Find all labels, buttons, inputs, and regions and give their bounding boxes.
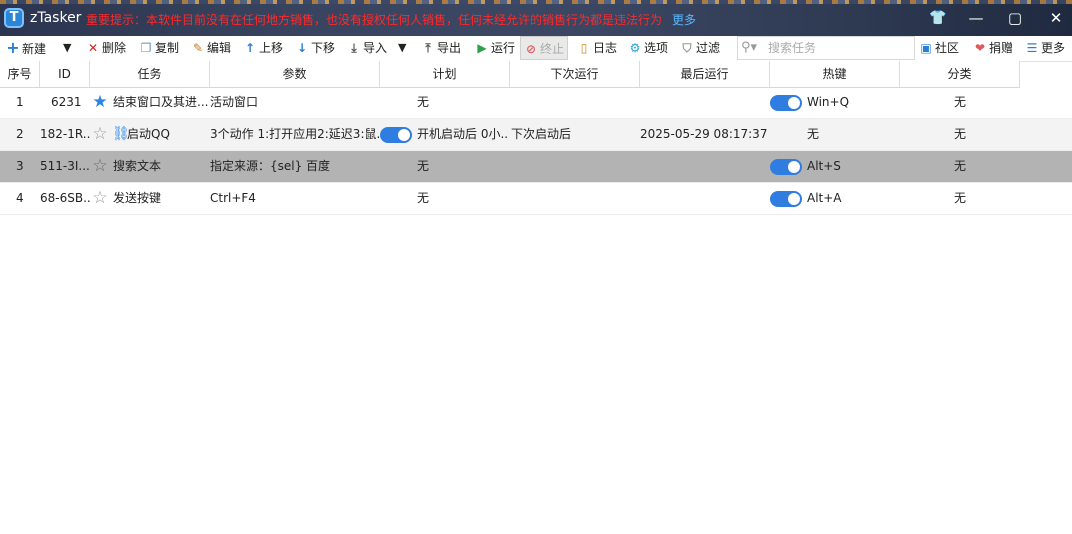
copy-button[interactable]: ❐ 复制	[139, 36, 179, 60]
row-index: 2	[16, 127, 24, 141]
row-plan: 无	[417, 95, 430, 109]
star-filled-icon[interactable]: ★	[91, 93, 109, 111]
row-task-name: 启动QQ	[127, 127, 170, 141]
row-task-name: 结束窗口及其进...	[113, 95, 208, 109]
row-index: 3	[16, 159, 24, 173]
title-bar: T zTasker 重要提示：本软件目前没有在任何地方销售，也没有授权任何人销售…	[0, 0, 1072, 36]
more-button[interactable]: ☰ 更多	[1025, 36, 1065, 60]
row-index: 1	[16, 95, 24, 109]
row-id: 6231	[51, 95, 82, 109]
row-params: 指定来源：{sel} 百度	[210, 159, 331, 173]
new-button[interactable]: + 新建	[6, 36, 46, 60]
filter-button[interactable]: ⛉ 过滤	[680, 36, 720, 60]
column-header-last-run[interactable]: 最后运行	[640, 61, 770, 87]
new-dropdown-button[interactable]: ▼	[63, 36, 71, 60]
minimize-button[interactable]: —	[961, 6, 991, 30]
table-row[interactable]: 4 68-6SB... ☆ 发送按键 Ctrl+F4 无 Alt+A 无	[0, 183, 1072, 215]
table-header: 序号 ID 任务 参数 计划 下次运行 最后运行 热键 分类	[0, 61, 1020, 88]
arrow-up-icon: ↑	[244, 41, 256, 55]
arrow-down-icon: ↓	[296, 41, 308, 55]
maximize-button[interactable]: ▢	[1000, 6, 1030, 30]
edit-pencil-icon: ✎	[192, 41, 204, 55]
edit-button[interactable]: ✎ 编辑	[191, 36, 231, 60]
warning-notice: 重要提示：本软件目前没有在任何地方销售，也没有授权任何人销售，任何未经允许的销售…	[86, 13, 663, 27]
search-icon: ⚲▾	[741, 40, 758, 55]
community-button[interactable]: ▣ 社区	[919, 36, 959, 60]
close-button[interactable]: ✕	[1041, 6, 1071, 30]
app-title: zTasker	[30, 10, 82, 26]
menu-list-icon: ☰	[1026, 41, 1038, 55]
log-icon: ▯	[580, 41, 588, 55]
column-header-task[interactable]: 任务	[90, 61, 210, 87]
move-up-button[interactable]: ↑ 上移	[243, 36, 283, 60]
copy-icon: ❐	[140, 41, 152, 55]
column-header-plan[interactable]: 计划	[380, 61, 510, 87]
row-hotkey: Alt+S	[807, 159, 841, 173]
row-id: 511-3I...	[40, 159, 90, 173]
stop-icon: ⊘	[525, 42, 537, 56]
filter-icon: ⛉	[682, 41, 692, 55]
row-hotkey: Win+Q	[807, 95, 850, 109]
row-hotkey: Alt+A	[807, 191, 842, 205]
column-header-next-run[interactable]: 下次运行	[510, 61, 640, 87]
hotkey-toggle[interactable]	[770, 191, 802, 207]
heart-icon: ❤	[974, 41, 986, 55]
row-params: Ctrl+F4	[210, 191, 256, 205]
gear-icon: ⚙	[629, 41, 641, 55]
row-task-name: 发送按键	[113, 191, 162, 205]
star-outline-icon[interactable]: ☆	[91, 189, 109, 207]
column-header-category[interactable]: 分类	[900, 61, 1020, 87]
column-header-hotkey[interactable]: 热键	[770, 61, 900, 87]
export-icon: ⤒	[425, 41, 431, 55]
plan-toggle[interactable]	[380, 127, 412, 143]
donate-button[interactable]: ❤ 捐赠	[973, 36, 1013, 60]
row-category: 无	[954, 191, 967, 205]
play-icon: ▶	[477, 41, 487, 55]
skin-shirt-icon[interactable]: 👕	[923, 6, 953, 30]
row-task-name: 搜索文本	[113, 159, 162, 173]
table-row[interactable]: 1 6231 ★ 结束窗口及其进... 活动窗口 无 Win+Q 无	[0, 87, 1072, 119]
row-category: 无	[954, 127, 967, 141]
row-category: 无	[954, 159, 967, 173]
run-button[interactable]: ▶ 运行	[475, 36, 515, 60]
column-header-id[interactable]: ID	[40, 61, 90, 87]
plus-icon: +	[6, 38, 20, 57]
row-params: 活动窗口	[210, 95, 259, 109]
row-plan: 无	[417, 191, 430, 205]
row-index: 4	[16, 191, 24, 205]
column-header-index[interactable]: 序号	[0, 61, 40, 87]
toolbar: + 新建 ▼ ✕ 删除 ❐ 复制 ✎ 编辑 ↑ 上移 ↓ 下移 ⤓ 导入 ▼ ⤒ 导出 ▶ 运行 …	[0, 36, 1072, 62]
log-button[interactable]: ▯ 日志	[577, 36, 617, 60]
row-params: 3个动作 1:打开应用2:延迟3:鼠...	[210, 127, 380, 141]
hotkey-toggle[interactable]	[770, 159, 802, 175]
stop-button[interactable]: ⊘ 终止	[520, 36, 569, 60]
import-dropdown-button[interactable]: ▼	[398, 36, 406, 60]
row-last-run: 2025-05-29 08:17:37	[640, 127, 768, 141]
options-button[interactable]: ⚙ 选项	[628, 36, 668, 60]
star-outline-icon[interactable]: ☆	[91, 157, 109, 175]
row-category: 无	[954, 95, 967, 109]
row-plan: 无	[417, 159, 430, 173]
search-input[interactable]	[768, 39, 908, 57]
star-outline-icon[interactable]: ☆	[91, 125, 109, 143]
table-row-selected[interactable]: 3 511-3I... ☆ 搜索文本 指定来源：{sel} 百度 无 Alt+S…	[0, 151, 1072, 183]
row-next-run: 下次启动后	[511, 127, 572, 141]
community-chat-icon: ▣	[920, 41, 932, 55]
row-plan: 开机启动后 0小...	[417, 127, 509, 141]
column-header-params[interactable]: 参数	[210, 61, 380, 87]
row-id: 68-6SB...	[40, 191, 90, 205]
app-logo-icon: T	[4, 8, 24, 28]
delete-button[interactable]: ✕ 删除	[86, 36, 126, 60]
table-row[interactable]: 2 182-1R... ☆ ⛓ 启动QQ 3个动作 1:打开应用2:延迟3:鼠.…	[0, 119, 1072, 151]
move-down-button[interactable]: ↓ 下移	[295, 36, 335, 60]
export-button[interactable]: ⤒ 导出	[421, 36, 461, 60]
row-id: 182-1R...	[40, 127, 90, 141]
row-hotkey: 无	[807, 127, 820, 141]
notice-more-link[interactable]: 更多	[672, 11, 696, 28]
search-box[interactable]: ⚲▾	[737, 36, 915, 60]
import-button[interactable]: ⤓ 导入	[347, 36, 387, 60]
delete-x-icon: ✕	[87, 41, 99, 55]
import-icon: ⤓	[351, 41, 357, 55]
hotkey-toggle[interactable]	[770, 95, 802, 111]
